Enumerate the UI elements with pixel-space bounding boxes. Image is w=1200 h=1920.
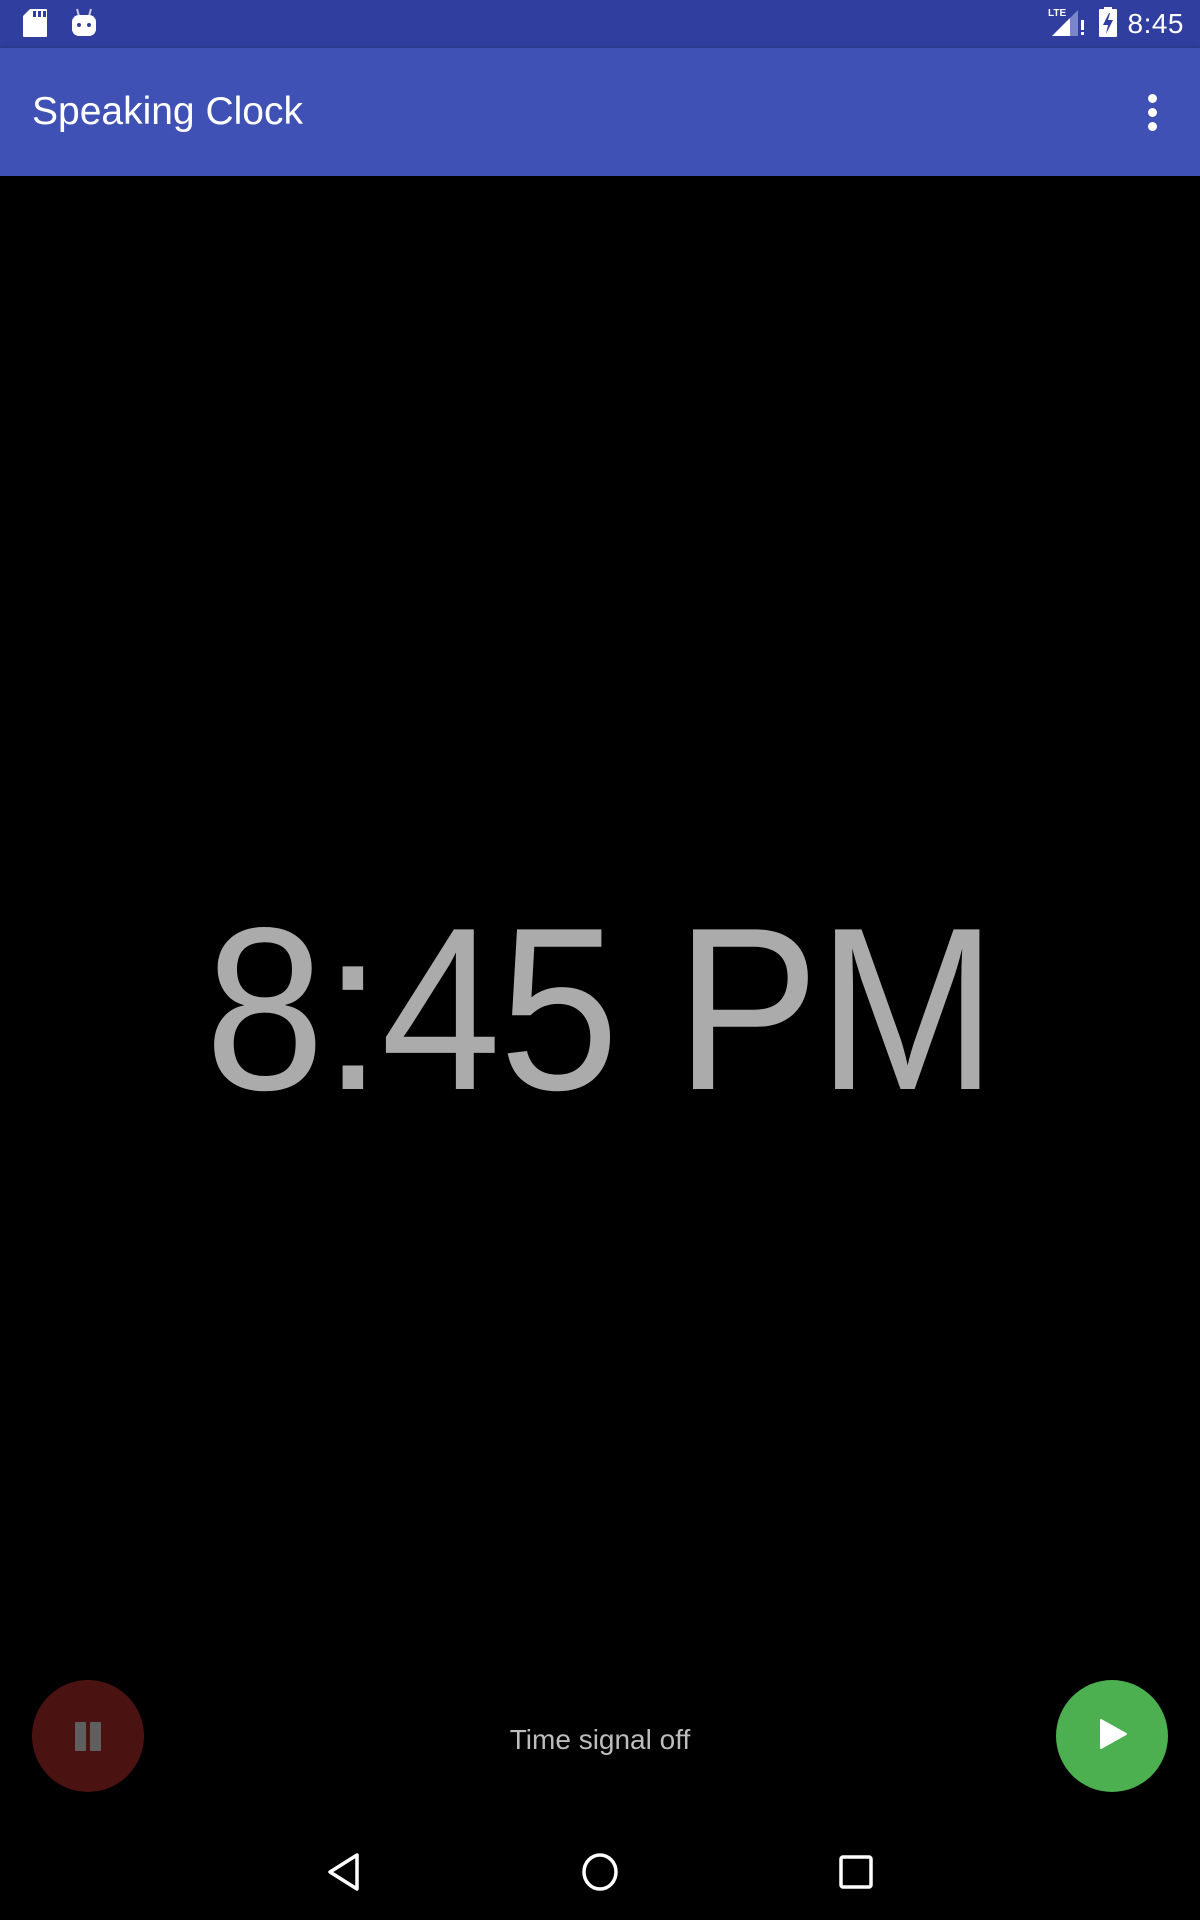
more-vert-icon-dot [1147,107,1157,117]
clock-display: 8:45 PM [204,880,997,1139]
overflow-menu-button[interactable] [1120,80,1184,144]
status-icons: LTE 8:45 [1048,0,1185,48]
more-vert-icon-dot [1147,121,1157,131]
nav-back-button[interactable] [305,1842,385,1906]
android-icon [70,8,98,43]
status-bar: LTE 8:45 [0,0,1200,48]
home-icon [580,1852,620,1897]
nav-home-button[interactable] [560,1842,640,1906]
svg-text:LTE: LTE [1048,8,1066,19]
sd-card-icon [22,8,48,43]
play-button[interactable] [1056,1680,1168,1792]
back-icon [327,1852,363,1897]
more-vert-icon [1147,93,1157,103]
app-bar: Speaking Clock [0,48,1200,176]
signal-icon: LTE [1048,6,1088,43]
recents-icon [838,1854,874,1895]
time-signal-status: Time signal off [509,1724,691,1755]
status-time: 8:45 [1127,8,1184,39]
play-icon [1095,1717,1129,1756]
navigation-bar [0,1824,1200,1920]
nav-recents-button[interactable] [816,1842,896,1906]
battery-charging-icon [1098,6,1118,43]
app-title: Speaking Clock [32,90,303,133]
